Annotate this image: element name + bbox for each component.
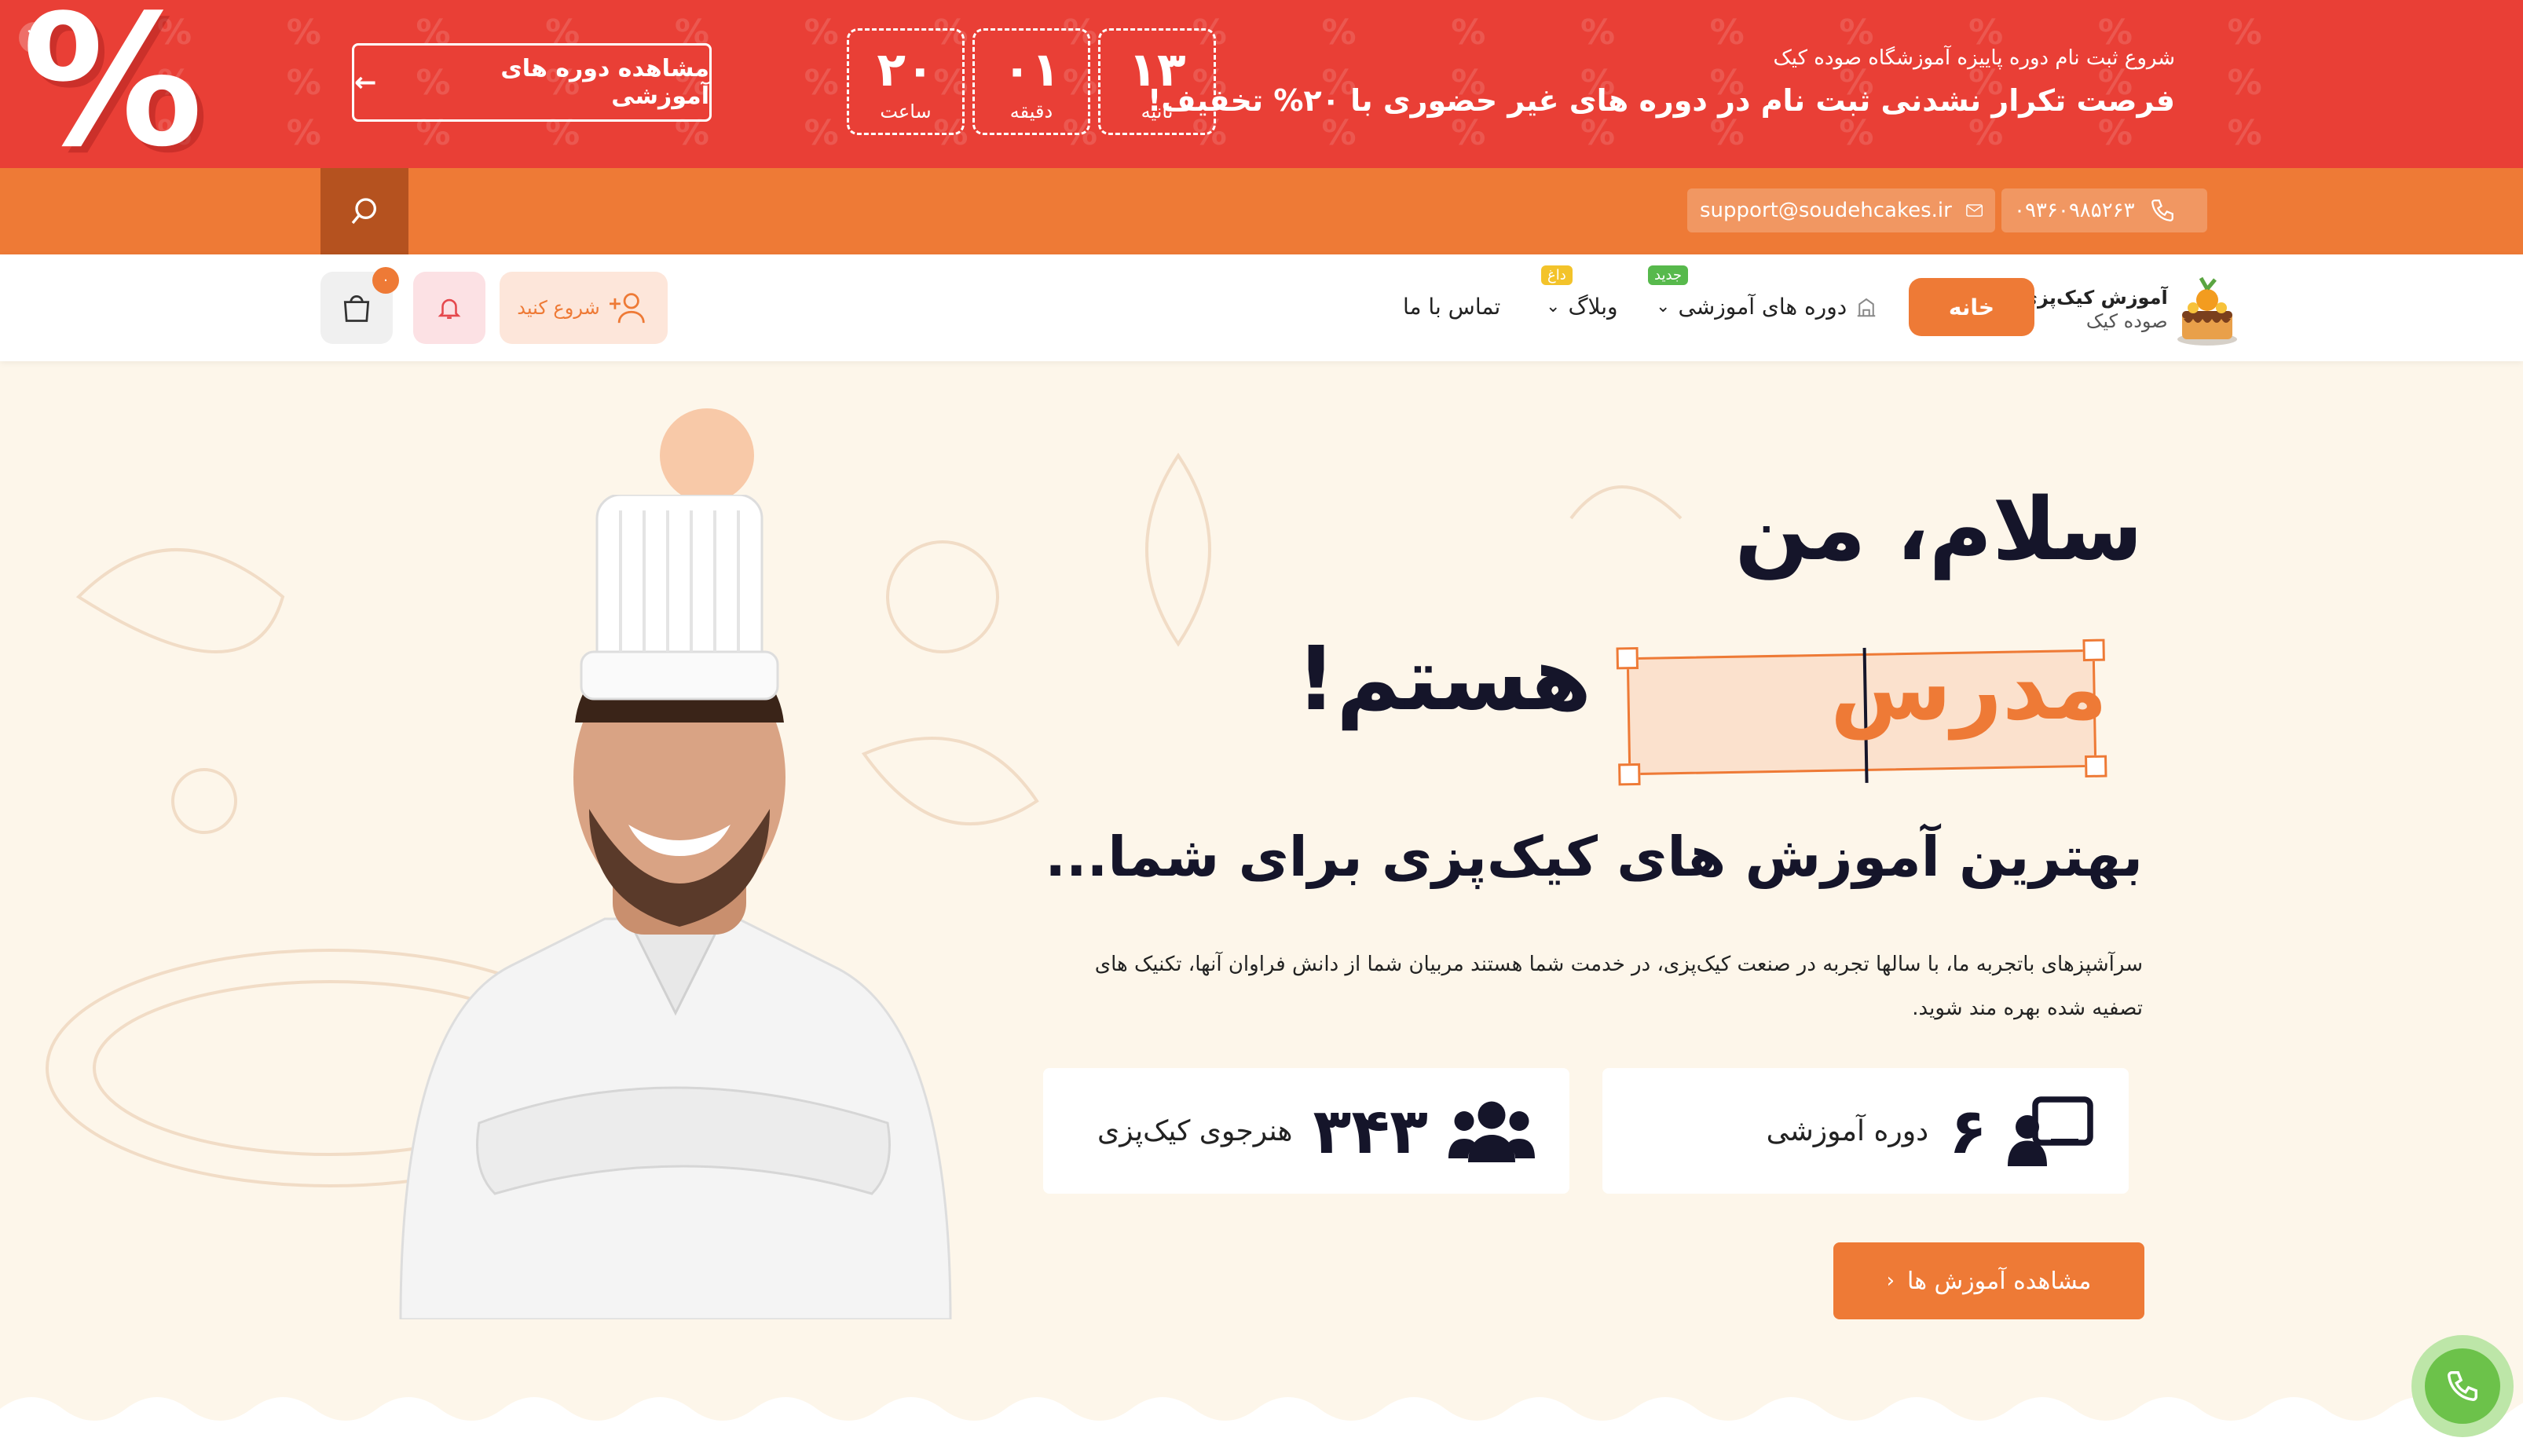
nav-blog[interactable]: وبلاگ ⌄ داغ [1541,265,1618,320]
phone-icon [2151,199,2173,221]
bell-icon [438,298,461,320]
users-group-icon [1448,1101,1535,1162]
promo-big-text: فرصت تکرار نشدنی ثبت نام در دوره های غیر… [1148,83,2175,118]
view-tutorials-label: مشاهده آموزش ها [1907,1267,2092,1295]
stat-students-value: ۳۴۳ [1313,1094,1428,1168]
resize-handle [2085,755,2107,778]
arrow-left-icon: ← [354,67,377,98]
timer-hours-value: ۲۰ [877,42,935,97]
hero-description: سرآشپزهای باتجربه ما، با سالها تجربه در … [1094,953,2143,1020]
timer-minutes-value: ۰۱ [1002,42,1060,97]
main-nav: آموزش کیک‌پزی صوده کیک خانه دوره های آمو… [0,254,2523,361]
timer-minutes: ۰۱ دقیقه [972,28,1090,135]
stat-courses: ۶ دوره آموزشی [1602,1068,2129,1194]
stat-students-label: هنرجوی کیک‌پزی [1097,1114,1293,1147]
hero-greeting: سلام، من [1734,479,2144,580]
nav-contact[interactable]: تماس با ما [1403,294,1500,320]
promo-banner: % % % % % % % % % % % % % % % % % % % % … [0,0,2523,168]
teacher-board-icon [2008,1096,2093,1166]
cart-count: ۰ [372,267,399,294]
timer-hours-label: ساعت [880,101,932,123]
stat-courses-value: ۶ [1949,1094,1987,1168]
logo-line2: صوده کیک [2085,310,2168,332]
phone-link[interactable]: ۰۹۳۶۰۹۸۵۲۶۳ [2001,188,2207,232]
search-button[interactable] [320,168,408,254]
cake-logo-icon [2177,276,2237,346]
chevron-down-icon: ⌄ [1656,297,1671,316]
call-button[interactable] [2411,1335,2514,1437]
notifications-button[interactable] [413,272,485,344]
promo-texts: شروع ثبت نام دوره پاییزه آموزشگاه صوده ک… [1148,44,2175,124]
logo-line1: آموزش کیک‌پزی [2020,287,2168,309]
call-button-inner [2425,1348,2500,1424]
resize-handle [1616,646,1639,670]
chevron-down-icon: ⌄ [1546,297,1561,316]
site-logo[interactable]: آموزش کیک‌پزی صوده کیک [2020,270,2239,349]
nav-blog-label: وبلاگ [1568,294,1618,320]
email-text: support@soudehcakes.ir [1700,199,1952,222]
shopping-bag-icon [343,295,370,322]
view-courses-label: مشاهده دوره های آموزشی [500,55,709,110]
timer-hours: ۲۰ ساعت [847,28,965,135]
email-link[interactable]: support@soudehcakes.ir [1687,188,1995,232]
close-promo-button[interactable]: × [19,22,50,53]
phone-icon [2448,1371,2477,1401]
mail-icon [1965,204,1983,217]
nav-courses[interactable]: دوره های آموزشی ⌄ جدید [1648,265,1878,320]
hero-subtitle: بهترین آموزش های کیک‌پزی برای شما... [1045,825,2143,889]
promo-small-text: شروع ثبت نام دوره پاییزه آموزشگاه صوده ک… [1773,46,2175,70]
building-icon [1857,298,1876,316]
bottom-wave [0,1397,2523,1456]
view-tutorials-button[interactable]: مشاهده آموزش ها ‹ [1833,1242,2144,1319]
contact-bar: support@soudehcakes.ir ۰۹۳۶۰۹۸۵۲۶۳ [0,168,2523,254]
stat-courses-label: دوره آموزشی [1766,1114,1929,1147]
view-courses-button[interactable]: مشاهده دوره های آموزشی ← [352,43,712,122]
new-badge: جدید [1648,265,1689,285]
hot-badge: داغ [1541,265,1573,285]
nav-home[interactable]: خانه [1909,278,2034,336]
start-label: شروع کنید [517,297,600,319]
cart-button[interactable]: ۰ [320,267,399,344]
hero-role: مدرس [1830,638,2108,740]
chevron-left-icon: ‹ [1886,1269,1895,1293]
search-icon [351,198,376,225]
hero-section: سلام، من مدرس هستم! بهترین آموزش های کیک… [0,361,2523,1456]
stat-students: ۳۴۳ هنرجوی کیک‌پزی [1043,1068,1569,1194]
percent-graphic: % [22,0,203,168]
hero-am: هستم! [1296,628,1592,730]
add-user-icon [609,293,645,324]
chef-image [399,495,952,1319]
logo-text: آموزش کیک‌پزی صوده کیک [2020,286,2168,333]
phone-text: ۰۹۳۶۰۹۸۵۲۶۳ [2014,199,2135,222]
nav-courses-label: دوره های آموزشی [1678,294,1847,320]
resize-handle [1618,763,1641,786]
timer-minutes-label: دقیقه [1009,101,1053,123]
start-button[interactable]: شروع کنید [500,272,668,344]
